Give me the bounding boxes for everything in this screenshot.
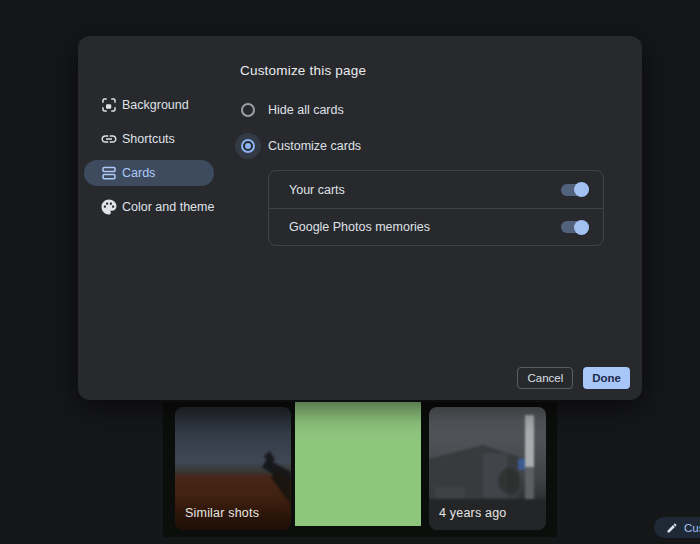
memory-card-label: Similar shots [185, 506, 259, 520]
sidebar-item-label: Color and theme [122, 200, 214, 214]
toggle-knob [574, 182, 589, 197]
radio-checked[interactable] [241, 139, 255, 153]
card-row-google-photos: Google Photos memories [269, 208, 603, 245]
radio-unchecked[interactable] [241, 103, 255, 117]
card-row-your-carts: Your carts [269, 171, 603, 208]
done-button[interactable]: Done [583, 367, 630, 389]
option-hide-all-cards[interactable]: Hide all cards [78, 103, 378, 117]
toggle-knob [574, 220, 589, 235]
google-photos-toggle[interactable] [561, 221, 589, 233]
customize-chrome-label: Customize [684, 522, 700, 534]
sidebar-item-label: Cards [122, 166, 155, 180]
memory-card-label: 4 years ago [439, 506, 507, 520]
cards-icon [100, 164, 118, 182]
palette-icon [100, 198, 118, 216]
card-row-label: Your carts [289, 183, 345, 197]
option-label: Customize cards [268, 139, 361, 153]
cards-toggle-list: Your carts Google Photos memories [268, 170, 604, 246]
memory-card-similar-shots[interactable]: Similar shots [175, 407, 291, 530]
memory-card-4-years-ago[interactable]: 4 years ago [429, 407, 546, 530]
your-carts-toggle[interactable] [561, 184, 589, 196]
dialog-title: Customize this page [240, 63, 366, 78]
customize-dialog: Customize this page Background Shortcuts… [78, 36, 642, 400]
green-placeholder-card[interactable] [295, 402, 421, 526]
option-label: Hide all cards [268, 103, 344, 117]
cancel-button[interactable]: Cancel [517, 367, 573, 389]
card-row-label: Google Photos memories [289, 220, 430, 234]
option-customize-cards[interactable]: Customize cards [78, 139, 378, 153]
customize-chrome-button[interactable]: Customize [654, 517, 700, 538]
pencil-icon [666, 522, 678, 534]
dialog-footer: Cancel Done [517, 367, 630, 389]
